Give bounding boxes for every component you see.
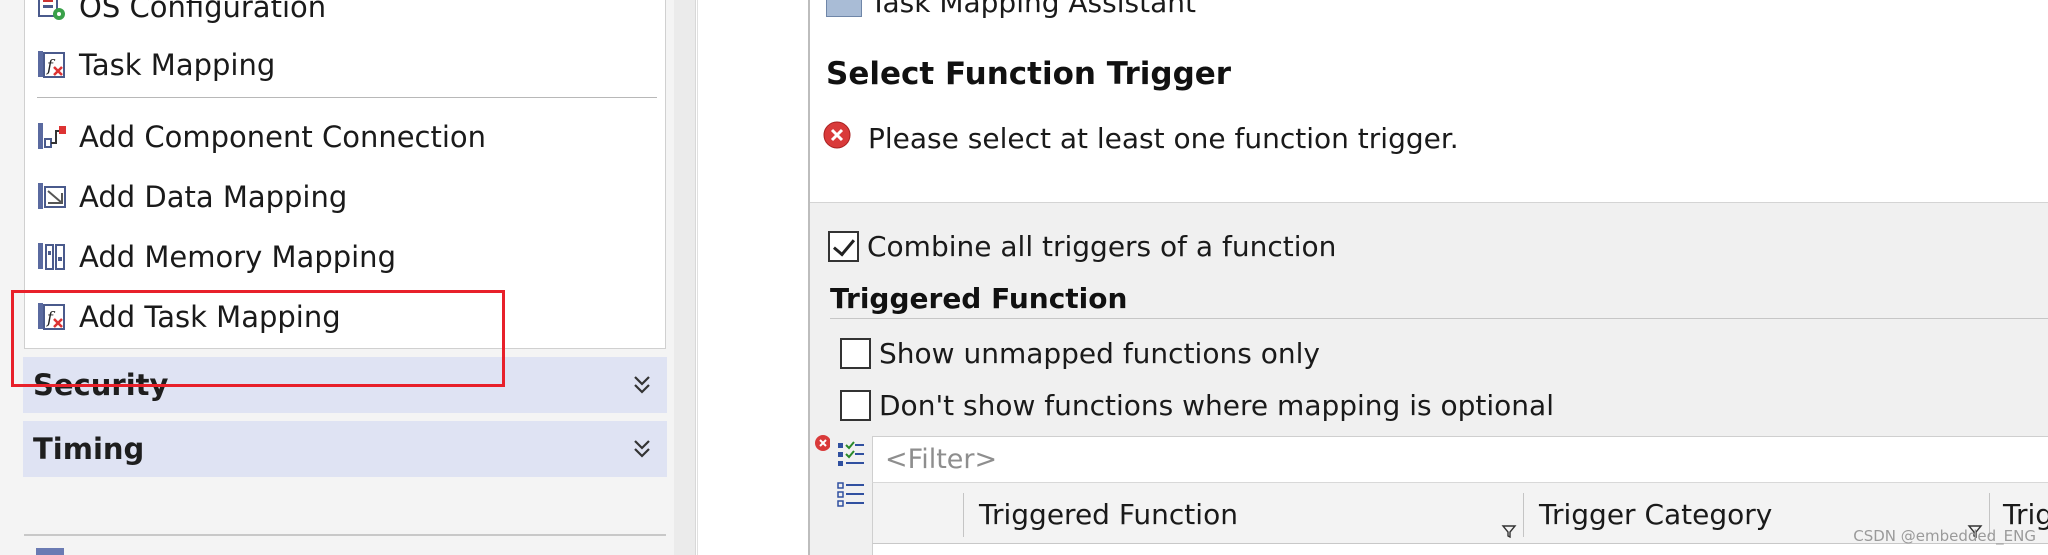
table-toolbar xyxy=(830,434,874,555)
editor-area xyxy=(697,0,807,555)
task-mapping-assistant-dialog: Task Mapping Assistant Select Function T… xyxy=(808,0,2048,555)
dont-show-optional-checkbox-row[interactable]: Don't show functions where mapping is op… xyxy=(840,389,1554,422)
column-header-label: Trigger Category xyxy=(1539,497,1773,531)
checkbox-label: Don't show functions where mapping is op… xyxy=(879,389,1554,422)
column-header-trigger-category[interactable]: Trigger Category xyxy=(1539,483,1772,545)
table-body xyxy=(872,544,2048,555)
task-mapping-icon: f xyxy=(35,48,69,82)
column-divider xyxy=(963,493,964,537)
chevron-double-down-icon[interactable] xyxy=(631,372,653,398)
error-message: Please select at least one function trig… xyxy=(868,122,1459,155)
deselect-all-icon[interactable] xyxy=(836,480,866,510)
palette-item-add-component-connection[interactable]: Add Component Connection xyxy=(35,112,486,162)
checkbox-label: Combine all triggers of a function xyxy=(867,230,1337,263)
screen: OS Configuration f Task Mapping Add Comp… xyxy=(0,0,2048,555)
dont-show-optional-checkbox[interactable] xyxy=(840,390,871,421)
column-filter-icon[interactable] xyxy=(1501,523,1517,539)
divider xyxy=(830,318,2048,319)
column-divider xyxy=(1523,493,1524,537)
filter-input[interactable] xyxy=(885,444,2048,475)
error-message-row: Please select at least one function trig… xyxy=(822,121,1459,155)
checkbox-label: Show unmapped functions only xyxy=(879,337,1320,370)
section-label: Timing xyxy=(33,432,145,466)
page-title: Select Function Trigger xyxy=(826,56,1232,92)
column-header-label: Triggered Function xyxy=(979,497,1238,531)
annotation-highlight-box xyxy=(11,290,505,387)
os-configuration-icon xyxy=(35,0,69,24)
column-header-label: Trigger xyxy=(2003,497,2048,531)
palette-item-icon xyxy=(36,548,64,555)
palette-item-label: Add Data Mapping xyxy=(79,180,348,214)
window-title: Task Mapping Assistant xyxy=(826,0,1196,19)
chevron-double-down-icon[interactable] xyxy=(631,436,653,462)
error-icon xyxy=(823,121,851,148)
watermark: CSDN @embedded_ENG xyxy=(1853,527,2036,545)
data-mapping-icon xyxy=(35,180,69,214)
select-all-icon[interactable] xyxy=(836,440,866,470)
show-unmapped-checkbox-row[interactable]: Show unmapped functions only xyxy=(840,337,1320,370)
left-panel: OS Configuration f Task Mapping Add Comp… xyxy=(0,0,692,555)
palette-item-label: Add Component Connection xyxy=(79,120,487,154)
palette-item-add-memory-mapping[interactable]: Add Memory Mapping xyxy=(35,232,396,282)
memory-mapping-icon xyxy=(35,240,69,274)
palette-item-task-mapping[interactable]: f Task Mapping xyxy=(35,40,275,90)
divider xyxy=(37,97,657,98)
palette-item-label: OS Configuration xyxy=(79,0,327,24)
palette-item-os-configuration[interactable]: OS Configuration xyxy=(35,0,326,32)
palette-item-add-data-mapping[interactable]: Add Data Mapping xyxy=(35,172,347,222)
palette-item-label: Add Memory Mapping xyxy=(79,240,396,274)
panel-splitter[interactable] xyxy=(674,0,696,555)
component-connection-icon xyxy=(35,120,69,154)
column-header-triggered-function[interactable]: Triggered Function xyxy=(979,483,1238,545)
show-unmapped-checkbox[interactable] xyxy=(840,338,871,369)
combine-triggers-checkbox-row[interactable]: Combine all triggers of a function xyxy=(828,230,1336,263)
section-timing[interactable]: Timing xyxy=(23,421,667,477)
dialog-header: Task Mapping Assistant Select Function T… xyxy=(810,0,2048,203)
group-title: Triggered Function xyxy=(830,282,1128,315)
palette-item-label: Task Mapping xyxy=(79,48,276,82)
filter-field[interactable] xyxy=(872,436,2048,482)
divider xyxy=(24,534,666,536)
task-mapping-assistant-icon xyxy=(826,0,862,17)
combine-triggers-checkbox[interactable] xyxy=(828,231,859,262)
window-title-label: Task Mapping Assistant xyxy=(870,0,1196,19)
